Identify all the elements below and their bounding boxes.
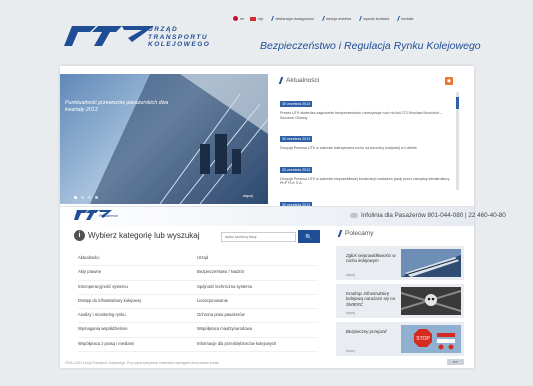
category-grid: Aktualności Urząd Akty prawne Bezpieczeń… [78,252,318,353]
news-heading: Aktualności [276,77,319,84]
slash-icon [319,16,325,21]
banner-image [90,74,268,204]
search-button[interactable]: 🔍 [298,230,320,243]
news-title[interactable]: Prezes UTK stwierdza zagrożenie bezpiecz… [280,111,450,120]
rss-icon[interactable]: ◉ [445,77,453,85]
recommended-heading: Polecamy [335,230,374,237]
banner-dot[interactable] [81,196,84,199]
search-icon: 🔍 [305,235,313,241]
news-title[interactable]: Decyzja Prezesa UTK w zakresie wstrzyman… [280,146,450,151]
category-heading: i Wybierz kategorię lub wyszukaj [74,230,200,241]
train-image [401,249,461,277]
utk-logo[interactable] [62,22,154,50]
top-navigation: en bip deklaracja dostępności wersja mob… [233,16,414,21]
category-link[interactable]: Akty prawne [78,266,197,281]
category-link[interactable]: Interoperacyjność systemu [78,281,197,295]
news-item[interactable]: 30 września 2013 Prezes UTK stwierdza za… [280,92,450,120]
logo-wordmark: URZĄD TRANSPORTU KOLEJOWEGO [148,26,210,49]
search-input[interactable] [221,232,296,242]
logo-line-2: TRANSPORTU [148,33,209,41]
nav-contact[interactable]: kontakt [394,16,414,21]
slash-icon [394,16,401,21]
news-list: 30 września 2013 Prezes UTK stwierdza za… [280,92,450,224]
nav-english[interactable]: en [233,16,244,21]
banner-more-link[interactable]: więcej [243,194,253,198]
nav-accessibility[interactable]: deklaracja dostępności [268,16,314,21]
category-link[interactable]: Dostęp do infrastruktury kolejowej [78,295,197,310]
slash-icon [356,16,363,21]
category-link[interactable]: Spójność techniczna systemu [197,281,318,295]
news-date: 30 września 2013 [280,136,313,143]
hotline: Infolinia dla Pasażerów 801-044-080 | 22… [350,212,506,219]
promo-infrastructure-theft[interactable]: Kradnąc infrastrukturę kolejową narażasz… [336,284,464,318]
category-link[interactable]: Współpraca z prasą i mediami [78,338,197,353]
news-scroll-thumb[interactable] [456,97,459,109]
banner-slider[interactable] [60,74,268,204]
category-link[interactable]: Licencjonowanie [197,295,318,310]
phone-icon [350,213,358,218]
slash-icon [268,16,275,21]
promo-report-irregularities[interactable]: Zgłoś nieprawidłowości w ruchu kolejowym… [336,246,464,280]
category-link[interactable]: Bezpieczeństwo / Nadzór [197,266,318,281]
news-date: 30 września 2013 [280,101,313,107]
footer-bip-badge[interactable]: BIP [447,359,464,365]
banner-caption[interactable]: Punktualność przewozów pasażerskich dwa … [65,100,175,114]
info-icon: i [74,230,85,241]
banner-dot[interactable] [95,196,98,199]
skull-warning-image [401,287,461,315]
category-link[interactable]: Ochrona praw pasażerów [197,309,318,324]
logo-line-3: KOLEJOWEGO [148,41,211,48]
category-link[interactable]: Współpraca międzynarodowa [197,323,318,338]
logo-line-1: URZĄD [148,26,179,33]
nav-bip[interactable]: bip [250,16,263,21]
promo-safe-crossing[interactable]: Bezpieczny przejazd STOP więcej [336,322,464,356]
news-date: 30 września 2013 [280,166,313,173]
footer-copyright: ©2011-2013 Urząd Transportu Kolejowego. … [65,361,220,365]
category-link[interactable]: Wymagania współdzielone [78,323,197,338]
slash-icon [276,77,284,84]
news-title[interactable]: Decyzja Prezesa UTK w zakresie nieprawid… [280,177,450,186]
svg-text:STOP: STOP [416,336,430,342]
news-item[interactable]: 30 września 2013 Decyzja Prezesa UTK w z… [280,158,450,186]
uk-flag-icon [233,16,238,21]
category-link[interactable]: Aktualności [78,252,197,267]
category-link[interactable]: Analizy i monitoring rynku [78,309,197,324]
nav-mobile[interactable]: wersja mobilna [319,16,351,21]
banner-dot[interactable] [88,196,91,199]
category-link[interactable]: Urząd [197,252,318,267]
category-link[interactable]: Informacje dla przedsiębiorców kolejowyc… [197,338,318,353]
slash-icon [335,230,343,237]
banner-dot[interactable] [74,196,77,199]
nav-contrast[interactable]: wysoki kontrast [356,16,389,21]
passenger-logo-caption: Pasażerów [99,214,118,218]
stop-sign-image: STOP [401,325,461,353]
site-title: Bezpieczeństwo i Regulacja Rynku Kolejow… [260,40,481,52]
banner-pagination [74,196,98,199]
page: URZĄD TRANSPORTU KOLEJOWEGO en bip dekla… [48,0,506,386]
bip-icon [250,16,257,21]
news-item[interactable]: 30 września 2013 Decyzja Prezesa UTK w z… [280,127,450,151]
